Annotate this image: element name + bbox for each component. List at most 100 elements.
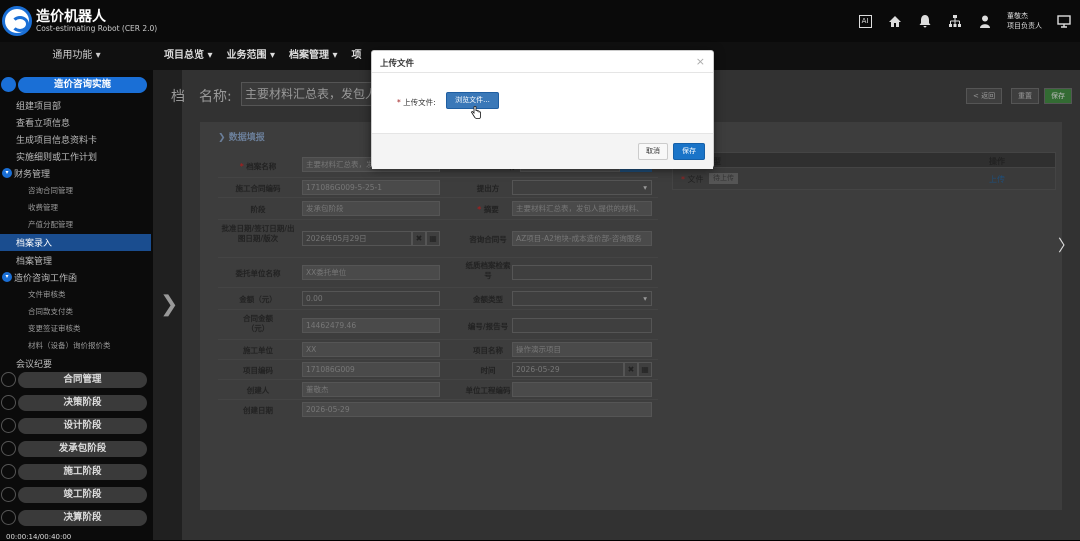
tab-fragment: 档 bbox=[171, 89, 185, 105]
form-row: 阶段 发承包阶段 * 摘要 主要材料汇总表，发包人提供的材料、 bbox=[218, 198, 658, 220]
calendar-icon[interactable]: ▦ bbox=[638, 362, 652, 377]
field-label: 批准日期/签订日期/出图日期/版次 bbox=[221, 224, 295, 243]
chevron-down-icon[interactable]: ▾ bbox=[2, 272, 12, 282]
chevron-down-icon: ▾ bbox=[643, 294, 647, 303]
user-name: 董敬杰 bbox=[1007, 12, 1028, 20]
sidebar-sub-consult-contract[interactable]: 咨询合同管理 bbox=[28, 185, 73, 196]
sidebar-group-finance[interactable]: 财务管理 bbox=[14, 167, 50, 180]
sidebar-item-info-card[interactable]: 生成项目信息资料卡 bbox=[16, 133, 97, 146]
sidebar-sub-material[interactable]: 材料（设备）询价报价类 bbox=[28, 340, 111, 351]
ai-icon[interactable]: AI bbox=[857, 13, 873, 29]
stage-button-bidding[interactable]: 发承包阶段 bbox=[18, 441, 147, 457]
nav-item-archive-management[interactable]: 档案管理 ▾ bbox=[289, 42, 338, 70]
nav-item-truncated[interactable]: 项 bbox=[352, 42, 362, 70]
modal-title: 上传文件 bbox=[380, 59, 415, 69]
amount-field[interactable]: 0.00 bbox=[302, 291, 440, 306]
proposer-select[interactable]: ▾ bbox=[512, 180, 652, 195]
sidebar-item-archive-mgmt[interactable]: 档案管理 bbox=[16, 254, 52, 267]
sidebar-sub-file-review[interactable]: 文件审核类 bbox=[28, 289, 66, 300]
bell-icon[interactable] bbox=[917, 13, 933, 29]
chevron-right-icon[interactable]: ❯ bbox=[160, 292, 178, 317]
form-row: 合同金额（元） 14462479.46 编号/报告号 bbox=[218, 310, 658, 340]
sidebar-group-workbook[interactable]: 造价咨询工作函 bbox=[14, 271, 77, 284]
sidebar-item-archive-entry[interactable]: 档案录入 bbox=[16, 236, 52, 249]
field-label: 创建人 bbox=[246, 386, 270, 395]
consult-no-field[interactable]: AZ项目-A2地块-成本造价部-咨询服务 bbox=[512, 231, 652, 246]
modal-save-button[interactable]: 保存 bbox=[673, 143, 705, 160]
monitor-icon[interactable] bbox=[1056, 13, 1072, 29]
user-role: 项目负责人 bbox=[1007, 22, 1042, 30]
unit-code-field[interactable] bbox=[512, 382, 652, 397]
stage-button-completion[interactable]: 竣工阶段 bbox=[18, 487, 147, 503]
sidebar-sub-fee[interactable]: 收费管理 bbox=[28, 202, 58, 213]
paper-no-field[interactable] bbox=[512, 265, 652, 280]
created-date-field[interactable]: 2026-05-29 bbox=[302, 402, 652, 417]
sidebar-sub-output[interactable]: 产值分配管理 bbox=[28, 219, 73, 230]
upload-link[interactable]: 上传 bbox=[989, 174, 1005, 185]
sidebar-item-form-team[interactable]: 组建项目部 bbox=[16, 99, 61, 112]
field-label: 金额（元） bbox=[239, 295, 277, 304]
stage-button-design[interactable]: 设计阶段 bbox=[18, 418, 147, 434]
close-icon[interactable]: × bbox=[696, 55, 705, 68]
hand-cursor-icon bbox=[471, 105, 481, 122]
top-icons: AI 董敬杰 项目负责人 bbox=[857, 0, 1072, 42]
brand-title: 造价机器人 bbox=[36, 9, 106, 25]
form-row: 创建人 董敬杰 单位工程编码 bbox=[218, 380, 658, 400]
nav-item-project-overview[interactable]: 项目总览 ▾ bbox=[164, 42, 213, 70]
table-header: 型 操作 bbox=[672, 152, 1056, 168]
nav-item-business-scope[interactable]: 业务范围 ▾ bbox=[227, 42, 276, 70]
user-icon[interactable] bbox=[977, 13, 993, 29]
summary-field[interactable]: 主要材料汇总表，发包人提供的材料、 bbox=[512, 201, 652, 216]
contract-code-field[interactable]: 171086G009-5-25-1 bbox=[302, 180, 440, 195]
stage-button-construction[interactable]: 施工阶段 bbox=[18, 464, 147, 480]
stage-button-decision[interactable]: 决策阶段 bbox=[18, 395, 147, 411]
creator-field[interactable]: 董敬杰 bbox=[302, 382, 440, 397]
field-label: 委托单位名称 bbox=[235, 269, 281, 278]
calendar-icon[interactable]: ▦ bbox=[426, 231, 440, 246]
back-button[interactable]: < 返回 bbox=[966, 88, 1003, 104]
sidebar-sub-payment[interactable]: 合同款支付类 bbox=[28, 306, 73, 317]
reset-button[interactable]: 重置 bbox=[1011, 88, 1039, 104]
field-label: 合同金额（元） bbox=[243, 314, 273, 333]
chevron-right-icon[interactable]: 〉 bbox=[1058, 232, 1074, 256]
stage-button-contract[interactable]: 合同管理 bbox=[18, 372, 147, 388]
form-row: 创建日期 2026-05-29 bbox=[218, 400, 658, 420]
project-code-field[interactable]: 171086G009 bbox=[302, 362, 440, 377]
client-field[interactable]: XX委托单位 bbox=[302, 265, 440, 280]
cancel-button[interactable]: 取消 bbox=[638, 143, 668, 160]
sidebar-item-view-project[interactable]: 查看立项信息 bbox=[16, 116, 70, 129]
stage-circle-icon bbox=[1, 372, 16, 387]
stage-circle-icon bbox=[1, 510, 16, 525]
table-row: * 文件 待上传 上传 bbox=[672, 168, 1056, 190]
column-header: 型 bbox=[713, 157, 721, 166]
sidebar-toggle-icon[interactable] bbox=[1, 77, 16, 92]
sidebar-primary-button[interactable]: 造价咨询实施 bbox=[18, 77, 147, 93]
chevron-down-icon[interactable]: ▾ bbox=[2, 168, 12, 178]
sidebar-item-work-plan[interactable]: 实施细则或工作计划 bbox=[16, 150, 97, 163]
clear-icon[interactable]: ✖ bbox=[624, 362, 638, 377]
brand-subtitle: Cost-estimating Robot (CER 2.0) bbox=[36, 24, 158, 33]
field-label: 施工合同编码 bbox=[235, 184, 281, 193]
time-field[interactable]: 2026-05-29 bbox=[512, 362, 624, 377]
user-info[interactable]: 董敬杰 项目负责人 bbox=[1007, 11, 1042, 31]
stage-field[interactable]: 发承包阶段 bbox=[302, 201, 440, 216]
contract-amount-field[interactable]: 14462479.46 bbox=[302, 318, 440, 333]
save-button[interactable]: 保存 bbox=[1044, 88, 1072, 104]
nav-menu: 项目总览 ▾ 业务范围 ▾ 档案管理 ▾ 项 bbox=[164, 42, 362, 70]
name-label: 名称: bbox=[199, 89, 232, 105]
clear-icon[interactable]: ✖ bbox=[412, 231, 426, 246]
form-row: 施工合同编码 171086G009-5-25-1 提出方 ▾ bbox=[218, 178, 658, 198]
report-no-field[interactable] bbox=[512, 318, 652, 333]
constructor-field[interactable]: XX bbox=[302, 342, 440, 357]
home-icon[interactable] bbox=[887, 13, 903, 29]
sidebar-sub-change[interactable]: 变更签证审核类 bbox=[28, 323, 81, 334]
project-name-field[interactable]: 操作演示项目 bbox=[512, 342, 652, 357]
date-field[interactable]: 2026年05月29日 bbox=[302, 231, 412, 246]
stage-button-settlement[interactable]: 决算阶段 bbox=[18, 510, 147, 526]
form-card: ❯ 数据填报 * 档案名称 主要材料汇总表，发包人提供的材料 称 主要材料汇总表… bbox=[200, 122, 1062, 510]
sidebar-item-meeting[interactable]: 会议纪要 bbox=[16, 357, 52, 370]
form-row: 项目编码 171086G009 时间 2026-05-29 ✖ ▦ bbox=[218, 360, 658, 380]
amount-type-select[interactable]: ▾ bbox=[512, 291, 652, 306]
org-chart-icon[interactable] bbox=[947, 13, 963, 29]
nav-general[interactable]: 通用功能 ▾ bbox=[0, 42, 153, 70]
